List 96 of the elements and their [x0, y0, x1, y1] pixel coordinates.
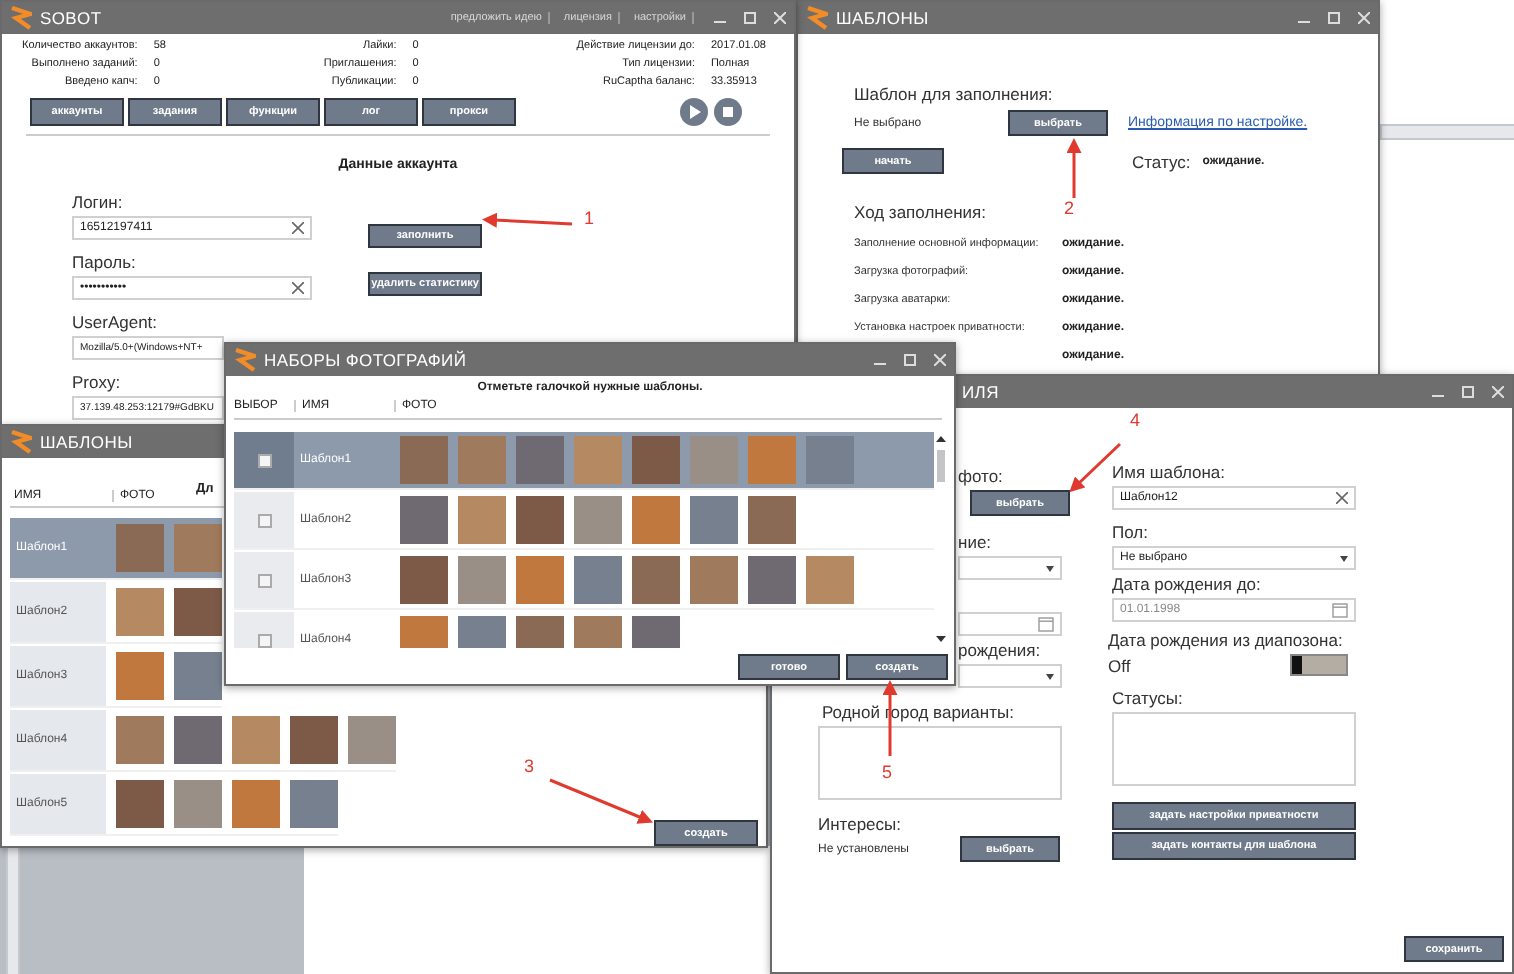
annotation-number: 3: [524, 756, 535, 776]
photo-placeholder: [632, 496, 680, 544]
field-label: Proxy:: [72, 372, 123, 392]
field-label: Пол:: [1112, 522, 1150, 542]
photo-placeholder: [690, 496, 738, 544]
dropdown-caret-icon: [1046, 565, 1054, 571]
photo-placeholder: [748, 556, 796, 604]
photo-placeholder: [458, 556, 506, 604]
photo-placeholder: [116, 588, 164, 636]
field-label: Дата рождения из диапозона:: [1108, 630, 1345, 650]
window-title: ШАБЛОНЫ: [40, 432, 133, 452]
maximize-icon[interactable]: [1462, 386, 1474, 398]
checkbox[interactable]: [257, 513, 271, 527]
photo-placeholder: [400, 496, 448, 544]
checkbox[interactable]: [257, 573, 271, 587]
photo-placeholder: [806, 436, 854, 484]
photo-placeholder: [348, 716, 396, 764]
date-field[interactable]: [958, 612, 1062, 636]
maximize-icon[interactable]: [1328, 12, 1340, 24]
photo-placeholder: [574, 436, 622, 484]
calendar-icon[interactable]: [1332, 602, 1348, 618]
stop-icon[interactable]: [714, 98, 742, 126]
status-label: Статус:: [1132, 151, 1191, 171]
logo-icon: [234, 348, 256, 372]
photo-placeholder: [400, 436, 448, 484]
checkbox[interactable]: [257, 453, 271, 467]
field-label: Имя шаблона:: [1112, 462, 1228, 482]
photo-placeholder: [632, 436, 680, 484]
photo-placeholder: [116, 716, 164, 764]
photo-placeholder: [290, 716, 338, 764]
annotation-number: 2: [1064, 198, 1075, 218]
field-label: Интересы:: [818, 814, 904, 834]
field-label: ние:: [956, 532, 994, 552]
checkbox[interactable]: [257, 633, 271, 647]
photo-placeholder: [690, 556, 738, 604]
template-label: Шаблон для заполнения:: [854, 84, 1055, 104]
photo-placeholder: [116, 780, 164, 828]
dropdown-caret-icon: [1340, 555, 1348, 561]
photo-placeholder: [232, 716, 280, 764]
photo-placeholder: [516, 556, 564, 604]
photo-placeholder: [232, 780, 280, 828]
close-icon[interactable]: [774, 12, 786, 24]
annotation-number: 5: [882, 762, 893, 782]
clear-icon[interactable]: [1336, 492, 1348, 504]
photo-placeholder: [690, 436, 738, 484]
photo-placeholder: [458, 436, 506, 484]
photo-placeholder: [516, 496, 564, 544]
photo-placeholder: [632, 556, 680, 604]
window-title: SOBOT: [40, 8, 102, 28]
annotation-arrow: [1062, 142, 1086, 202]
window-title: НАБОРЫ ФОТОГРАФИЙ: [264, 350, 467, 370]
photo-placeholder: [174, 716, 222, 764]
field-label: рождения:: [956, 640, 1043, 660]
photo-placeholder: [806, 556, 854, 604]
dropdown-caret-icon: [1046, 673, 1054, 679]
annotation-arrow: [546, 776, 650, 824]
ruler: [1380, 124, 1514, 140]
photo-placeholder: [290, 780, 338, 828]
photo-placeholder: [574, 496, 622, 544]
photo-placeholder: [174, 588, 222, 636]
field-label: Статусы:: [1112, 688, 1185, 708]
window-title: ШАБЛОНЫ: [836, 8, 929, 28]
photo-placeholder: [174, 780, 222, 828]
photo-placeholder: [174, 652, 222, 700]
photo-placeholder: [400, 556, 448, 604]
photo-placeholder: [116, 524, 164, 572]
photo-placeholder: [574, 556, 622, 604]
toggle-switch[interactable]: [1290, 654, 1348, 676]
toggle-label: Off: [1108, 655, 1131, 675]
window-title: ИЛЯ: [962, 382, 999, 402]
field-label: Дата рождения до:: [1112, 574, 1263, 594]
field-label: Пароль:: [72, 252, 138, 272]
clear-icon[interactable]: [292, 282, 304, 294]
annotation-number: 4: [1130, 410, 1141, 430]
close-icon[interactable]: [1492, 386, 1504, 398]
logo-icon: [10, 430, 32, 454]
progress-title: Ход заполнения:: [854, 202, 986, 222]
photo-placeholder: [116, 652, 164, 700]
field-label: фото:: [956, 466, 1005, 486]
field-label: UserAgent:: [72, 312, 160, 332]
photo-placeholder: [748, 436, 796, 484]
clear-icon[interactable]: [292, 222, 304, 234]
annotation-number: 1: [584, 208, 595, 228]
close-icon[interactable]: [934, 354, 946, 366]
photo-placeholder: [458, 496, 506, 544]
close-icon[interactable]: [1358, 12, 1370, 24]
photo-placeholder: [516, 436, 564, 484]
calendar-icon[interactable]: [1038, 616, 1054, 632]
logo-icon: [806, 6, 828, 30]
logo-icon: [10, 6, 32, 30]
maximize-icon[interactable]: [904, 354, 916, 366]
field-label: Логин:: [72, 192, 125, 212]
photo-placeholder: [174, 524, 222, 572]
play-icon[interactable]: [680, 98, 708, 126]
maximize-icon[interactable]: [744, 12, 756, 24]
photo-placeholder: [748, 496, 796, 544]
